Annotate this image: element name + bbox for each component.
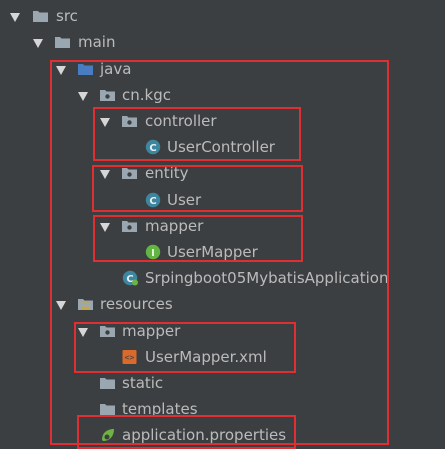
xml-file-icon: <> [121,349,138,365]
tree-node-label: mapper [122,322,181,340]
package-icon [99,87,116,103]
expand-arrow-icon[interactable] [99,108,111,134]
tree-node-label: application.properties [122,426,287,444]
class-icon: C [145,139,162,155]
package-icon [121,113,138,129]
tree-node-entity[interactable]: entity [0,160,445,186]
tree-node-templates[interactable]: templates [0,396,445,422]
tree-node-label: java [100,60,132,78]
tree-node-label: UserMapper [167,243,258,261]
tree-node-user[interactable]: C User [0,187,445,213]
tree-node-label: static [122,374,164,392]
tree-node-application-class[interactable]: C Srpingboot05MybatisApplication [0,265,445,291]
tree-node-label: main [78,33,116,51]
source-root-folder-icon [77,61,94,77]
folder-icon [32,8,49,24]
svg-text:C: C [149,196,156,207]
expand-arrow-icon[interactable] [77,318,89,344]
tree-node-main[interactable]: main [0,29,445,55]
folder-icon [54,34,71,50]
tree-node-user-mapper[interactable]: I UserMapper [0,239,445,265]
folder-icon [99,375,116,391]
tree-node-static[interactable]: static [0,370,445,396]
svg-text:I: I [151,248,155,259]
tree-node-mapper-directory[interactable]: mapper [0,318,445,344]
package-icon [121,165,138,181]
tree-node-label: UserMapper.xml [145,348,267,366]
tree-node-java[interactable]: java [0,56,445,82]
tree-node-cn-kgc[interactable]: cn.kgc [0,82,445,108]
svg-text:C: C [149,143,156,154]
tree-node-user-controller[interactable]: C UserController [0,134,445,160]
tree-node-application-properties[interactable]: application.properties [0,422,445,448]
folder-icon [99,401,116,417]
expand-arrow-icon[interactable] [77,82,89,108]
tree-node-label: entity [145,164,189,182]
tree-node-user-mapper-xml[interactable]: <> UserMapper.xml [0,344,445,370]
class-icon: C [145,192,162,208]
package-icon [99,323,116,339]
expand-arrow-icon[interactable] [55,291,67,317]
tree-node-mapper-package[interactable]: mapper [0,213,445,239]
tree-node-label: cn.kgc [122,86,171,104]
spring-properties-icon [99,427,116,443]
expand-arrow-icon[interactable] [55,56,67,82]
resources-root-icon [77,296,94,312]
tree-node-label: templates [122,400,198,418]
tree-node-label: resources [100,295,173,313]
package-icon [121,218,138,234]
tree-node-controller[interactable]: controller [0,108,445,134]
expand-arrow-icon[interactable] [99,160,111,186]
expand-arrow-icon[interactable] [99,213,111,239]
tree-node-label: mapper [145,217,204,235]
tree-node-resources[interactable]: resources [0,291,445,317]
tree-node-label: controller [145,112,217,130]
tree-node-label: Srpingboot05MybatisApplication [145,269,389,287]
expand-arrow-icon[interactable] [32,29,44,55]
svg-text:<>: <> [125,353,135,362]
spring-boot-class-icon: C [122,270,139,286]
tree-node-src[interactable]: src [0,3,445,29]
interface-icon: I [145,244,162,260]
tree-node-label: src [56,7,78,25]
expand-arrow-icon[interactable] [9,3,21,29]
tree-node-label: User [167,191,202,209]
tree-node-label: UserController [167,138,275,156]
